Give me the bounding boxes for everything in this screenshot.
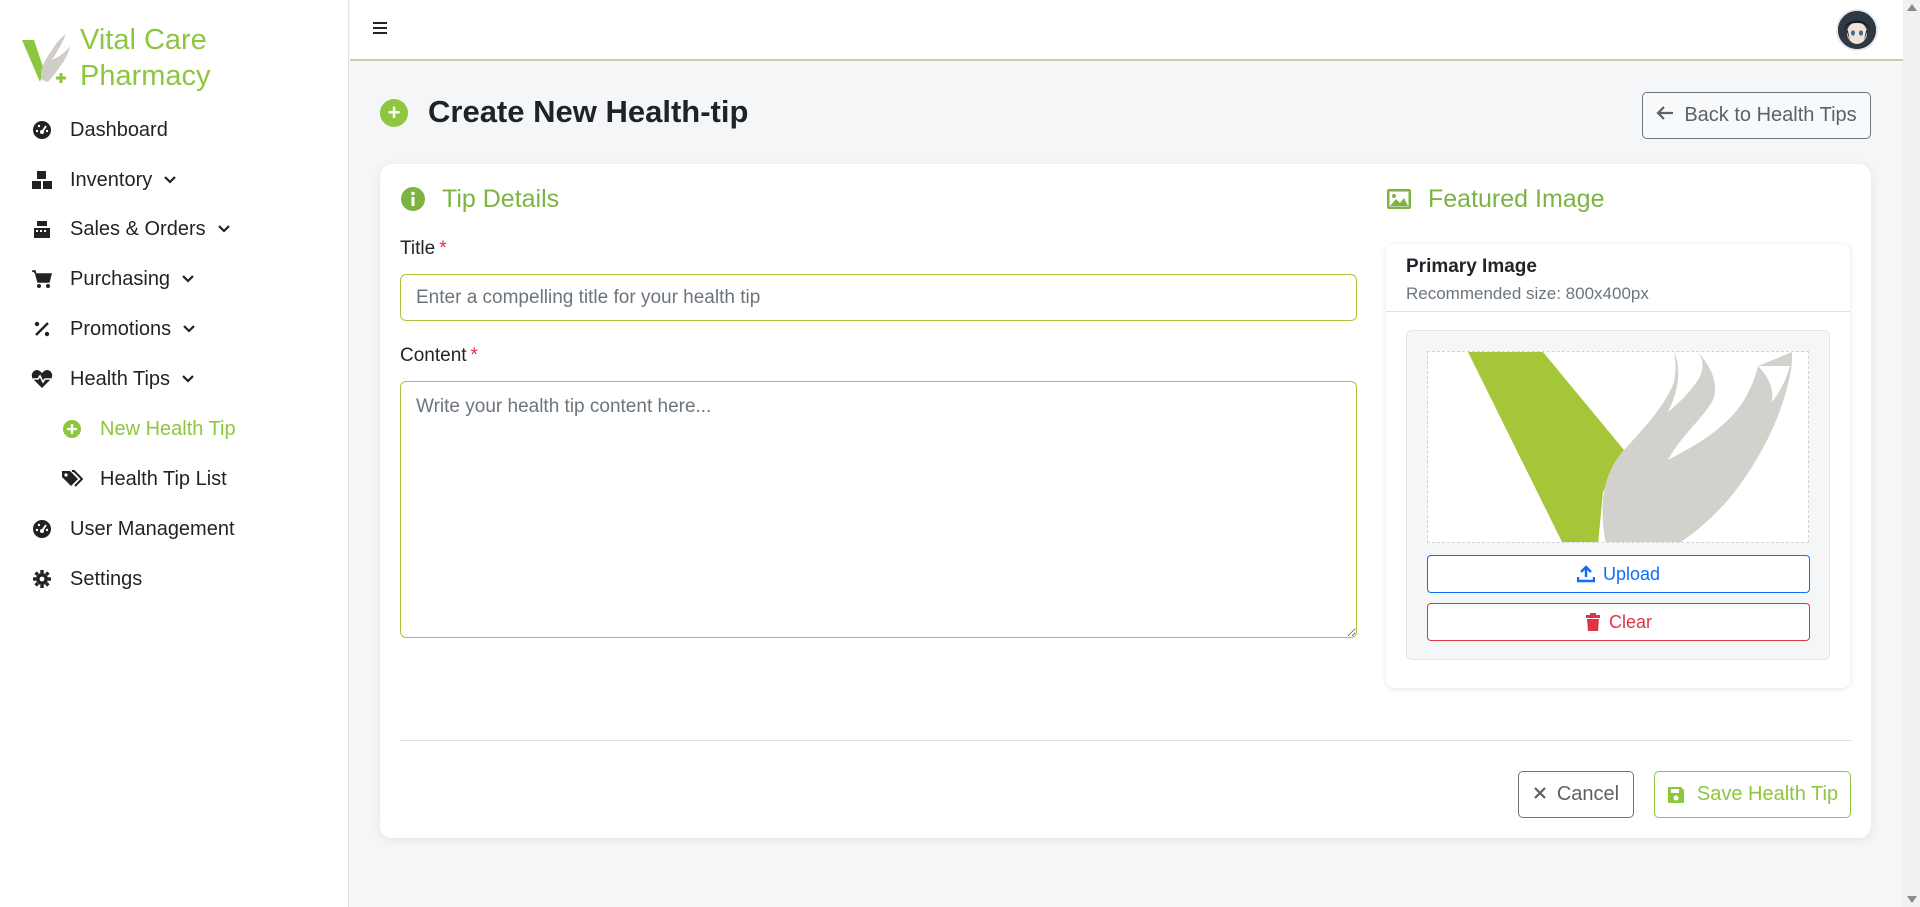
sidebar-item-label: Purchasing	[70, 267, 171, 290]
content-label-text: Content	[400, 345, 467, 366]
title-input[interactable]	[400, 274, 1357, 321]
sidebar-item-label: User Management	[70, 517, 235, 540]
gear-icon	[30, 567, 54, 591]
scroll-up-arrow-icon[interactable]	[1907, 4, 1917, 11]
floppy-disk-icon	[1667, 786, 1685, 804]
chevron-down-icon	[181, 321, 197, 337]
content-label: Content *	[400, 345, 478, 367]
cancel-button[interactable]: Cancel	[1518, 771, 1634, 818]
chevron-down-icon	[162, 172, 178, 188]
primary-image-title: Primary Image	[1406, 256, 1537, 277]
health-tip-form-card: Tip Details Title* Content* Featured Ima…	[380, 164, 1871, 838]
tags-icon	[60, 467, 84, 491]
title-label: Title *	[400, 238, 447, 260]
boxes-icon	[30, 168, 54, 192]
save-health-tip-button[interactable]: Save Health Tip	[1654, 771, 1851, 818]
primary-image-header: Primary Image Recommended size: 800x400p…	[1386, 244, 1850, 312]
heart-pulse-icon	[30, 367, 54, 391]
sidebar-item-health-tips[interactable]: Health Tips	[30, 361, 196, 397]
tip-details-heading: Tip Details	[400, 184, 559, 214]
featured-image-heading: Featured Image	[1386, 184, 1605, 214]
content-textarea[interactable]	[400, 381, 1357, 638]
sidebar-item-user-management[interactable]: User Management	[30, 511, 235, 547]
sidebar-item-inventory[interactable]: Inventory	[30, 162, 178, 198]
dashboard-gauge-icon	[30, 118, 54, 142]
clear-label: Clear	[1608, 611, 1652, 632]
sidebar-item-label: Promotions	[70, 317, 172, 340]
primary-image-subtitle: Recommended size: 800x400px	[1406, 284, 1649, 303]
upload-label: Upload	[1602, 563, 1661, 584]
required-mark: *	[470, 345, 478, 366]
sidebar-item-sales-orders[interactable]: Sales & Orders	[30, 211, 232, 247]
save-label: Save Health Tip	[1696, 783, 1839, 805]
tip-details-title: Tip Details	[442, 185, 560, 213]
primary-image-panel: Primary Image Recommended size: 800x400p…	[1386, 244, 1850, 688]
sidebar-item-new-health-tip[interactable]: New Health Tip	[60, 411, 236, 447]
percent-icon	[30, 317, 54, 341]
sidebar-item-label: Health Tips	[70, 367, 171, 390]
form-divider	[400, 740, 1851, 741]
logo-preview-icon	[1468, 352, 1792, 542]
sidebar-item-label: New Health Tip	[100, 417, 236, 440]
chevron-down-icon	[180, 271, 196, 287]
avatar[interactable]	[1836, 9, 1878, 51]
sidebar: Vital Care Pharmacy Dashboard Inventory …	[0, 0, 349, 907]
brand-logo-icon	[22, 34, 70, 83]
sidebar-item-promotions[interactable]: Promotions	[30, 311, 197, 347]
sidebar-item-label: Dashboard	[70, 118, 168, 141]
required-mark: *	[439, 238, 447, 259]
image-dropzone[interactable]: Upload Clear	[1406, 330, 1830, 660]
close-icon	[1533, 783, 1547, 806]
arrow-left-icon	[1656, 104, 1674, 127]
sidebar-item-settings[interactable]: Settings	[30, 561, 142, 597]
cash-register-icon	[30, 217, 54, 241]
sidebar-item-dashboard[interactable]: Dashboard	[30, 112, 168, 148]
upload-button[interactable]: Upload	[1427, 555, 1810, 593]
sidebar-item-label: Settings	[70, 567, 143, 590]
sidebar-item-health-tip-list[interactable]: Health Tip List	[60, 461, 227, 497]
title-label-text: Title	[400, 238, 436, 259]
upload-icon	[1576, 565, 1595, 583]
image-icon	[1386, 186, 1412, 212]
cart-icon	[30, 267, 54, 291]
back-button-label: Back to Health Tips	[1684, 104, 1857, 126]
cancel-label: Cancel	[1556, 783, 1620, 805]
dashboard-gauge-icon	[30, 517, 54, 541]
image-preview	[1427, 351, 1809, 543]
sidebar-item-label: Inventory	[70, 168, 153, 191]
sidebar-item-label: Sales & Orders	[70, 217, 206, 240]
topbar	[350, 0, 1903, 61]
info-circle-icon	[400, 186, 426, 212]
hamburger-icon[interactable]	[372, 18, 394, 40]
page-title: Create New Health-tip	[428, 94, 749, 129]
plus-circle-icon	[60, 417, 84, 441]
plus-circle-icon: +	[380, 99, 408, 127]
featured-image-title: Featured Image	[1428, 185, 1605, 213]
brand-name: Vital Care Pharmacy	[80, 24, 211, 92]
chevron-down-icon	[180, 371, 196, 387]
sidebar-item-purchasing[interactable]: Purchasing	[30, 261, 196, 297]
clear-button[interactable]: Clear	[1427, 603, 1810, 641]
brand[interactable]: Vital Care Pharmacy	[20, 22, 240, 94]
chevron-down-icon	[216, 221, 232, 237]
sidebar-item-label: Health Tip List	[100, 467, 227, 490]
back-to-health-tips-button[interactable]: Back to Health Tips	[1642, 92, 1871, 139]
trash-icon	[1585, 613, 1601, 631]
page-scrollbar[interactable]	[1903, 0, 1920, 907]
scroll-down-arrow-icon[interactable]	[1907, 896, 1917, 903]
